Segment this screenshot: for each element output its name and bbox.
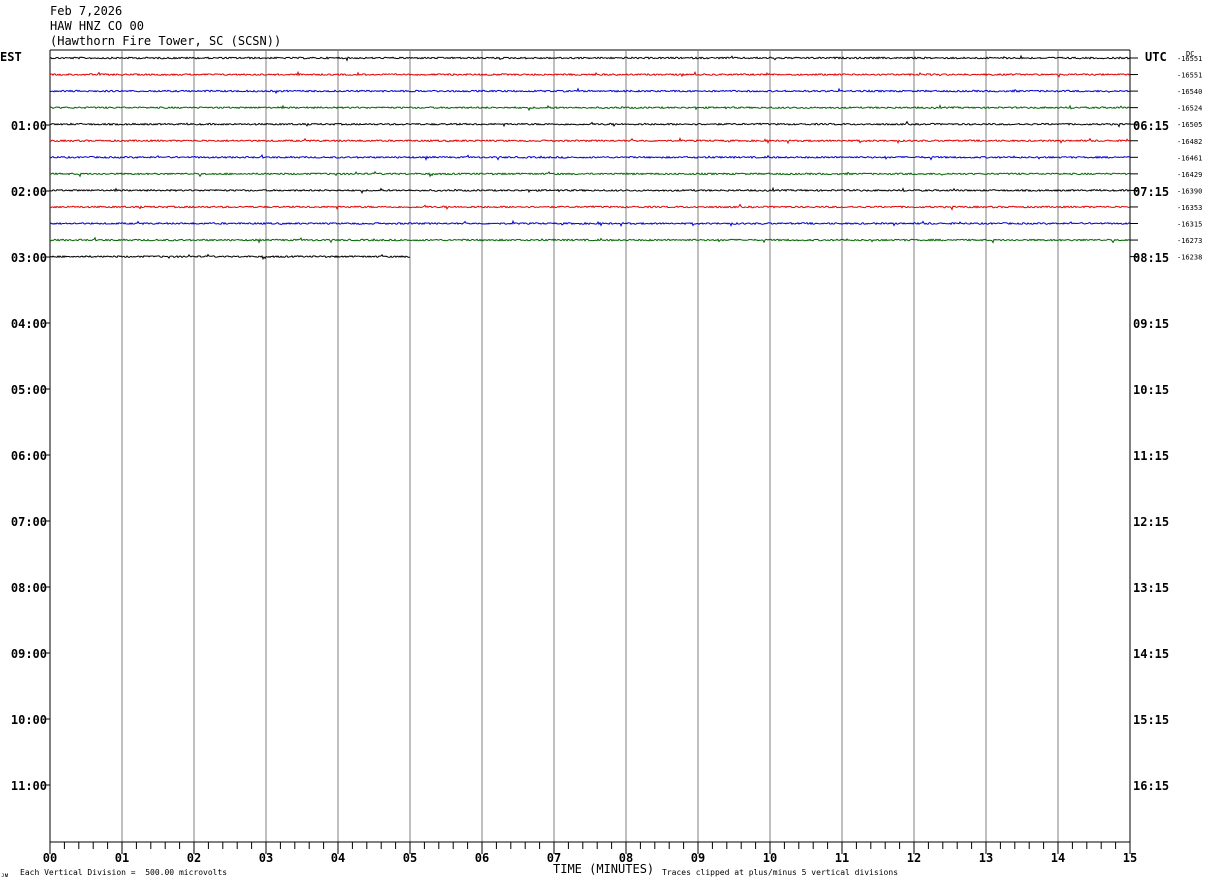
x-tick-label: 14: [1051, 851, 1065, 865]
x-tick-label: 04: [331, 851, 345, 865]
x-tick-label: 00: [43, 851, 57, 865]
dc-offset-label: -16353: [1177, 204, 1202, 212]
dc-offset-label: -16524: [1177, 105, 1202, 113]
dc-offset-label: -16540: [1177, 88, 1202, 96]
seismic-trace: [49, 70, 1131, 78]
x-tick-label: 11: [835, 851, 849, 865]
est-hour-label: 11:00: [11, 779, 47, 793]
dc-offset-label: -16273: [1177, 237, 1202, 245]
dc-offset-label: -16551: [1177, 72, 1202, 80]
x-tick-label: 12: [907, 851, 921, 865]
seismic-trace: [49, 219, 1131, 228]
est-hour-label: 02:00: [11, 185, 47, 199]
seismic-trace: [49, 136, 1131, 145]
x-tick-label: 09: [691, 851, 705, 865]
trace-layer: [49, 54, 1131, 261]
x-tick-label: 06: [475, 851, 489, 865]
x-axis-title: TIME (MINUTES): [553, 862, 655, 876]
utc-hour-label: 14:15: [1133, 647, 1169, 661]
est-hour-label: 06:00: [11, 449, 47, 463]
est-hour-label: 10:00: [11, 713, 47, 727]
est-hour-label: 03:00: [11, 251, 47, 265]
seismic-trace: [49, 154, 1131, 161]
dc-label: DC: [1186, 50, 1195, 58]
seismic-trace: [49, 104, 1131, 112]
corner-mark: ᴊᴍ: [1, 872, 9, 879]
seismic-trace: [50, 253, 411, 261]
utc-hour-label: 11:15: [1133, 449, 1169, 463]
utc-hour-label: 10:15: [1133, 383, 1169, 397]
dc-offset-label: -16429: [1177, 171, 1202, 179]
seismic-trace: [49, 170, 1131, 178]
x-tick-label: 10: [763, 851, 777, 865]
utc-hour-label: 08:15: [1133, 251, 1169, 265]
seismic-trace: [49, 203, 1131, 211]
seismic-trace: [49, 120, 1131, 128]
est-hour-label: 09:00: [11, 647, 47, 661]
dc-offset-label: -16390: [1177, 187, 1202, 195]
dc-offset-label: -16482: [1177, 138, 1202, 146]
utc-hour-label: 16:15: [1133, 779, 1169, 793]
seismic-trace: [49, 87, 1131, 95]
x-tick-label: 01: [115, 851, 129, 865]
utc-hour-label: 12:15: [1133, 515, 1169, 529]
utc-hour-label: 13:15: [1133, 581, 1169, 595]
seismic-trace: [49, 236, 1131, 244]
est-hour-label: 04:00: [11, 317, 47, 331]
x-tick-label: 03: [259, 851, 273, 865]
dc-offset-label: -16315: [1177, 221, 1202, 229]
x-tick-label: 02: [187, 851, 201, 865]
seismic-trace: [49, 186, 1131, 194]
grid-layer: [49, 49, 1131, 842]
x-tick-label: 15: [1123, 851, 1137, 865]
est-hour-label: 01:00: [11, 119, 47, 133]
x-tick-label: 05: [403, 851, 417, 865]
dc-offset-label: -16461: [1177, 154, 1202, 162]
clip-note: Traces clipped at plus/minus 5 vertical …: [662, 868, 899, 877]
utc-hour-label: 07:15: [1133, 185, 1169, 199]
utc-hour-label: 15:15: [1133, 713, 1169, 727]
utc-hour-label: 09:15: [1133, 317, 1169, 331]
dc-offset-label: -16238: [1177, 254, 1202, 262]
est-hour-label: 05:00: [11, 383, 47, 397]
utc-hour-label: 06:15: [1133, 119, 1169, 133]
seismic-trace: [49, 54, 1131, 62]
axis-layer: 00 01 02 03 04 05 06 07 08 09 10 11 12 13 14 1501:0002:…: [11, 55, 1202, 865]
x-tick-label: 13: [979, 851, 993, 865]
est-hour-label: 08:00: [11, 581, 47, 595]
dc-offset-label: -16505: [1177, 121, 1202, 129]
scale-note: Each Vertical Division = 500.00 microvol…: [20, 868, 228, 877]
est-hour-label: 07:00: [11, 515, 47, 529]
est-axis-label: EST: [0, 50, 22, 64]
utc-axis-label: UTC: [1145, 50, 1167, 64]
helicorder-plot: 00 01 02 03 04 05 06 07 08 09 10 11 12 13 14 1501:0002:…: [11, 49, 1202, 865]
